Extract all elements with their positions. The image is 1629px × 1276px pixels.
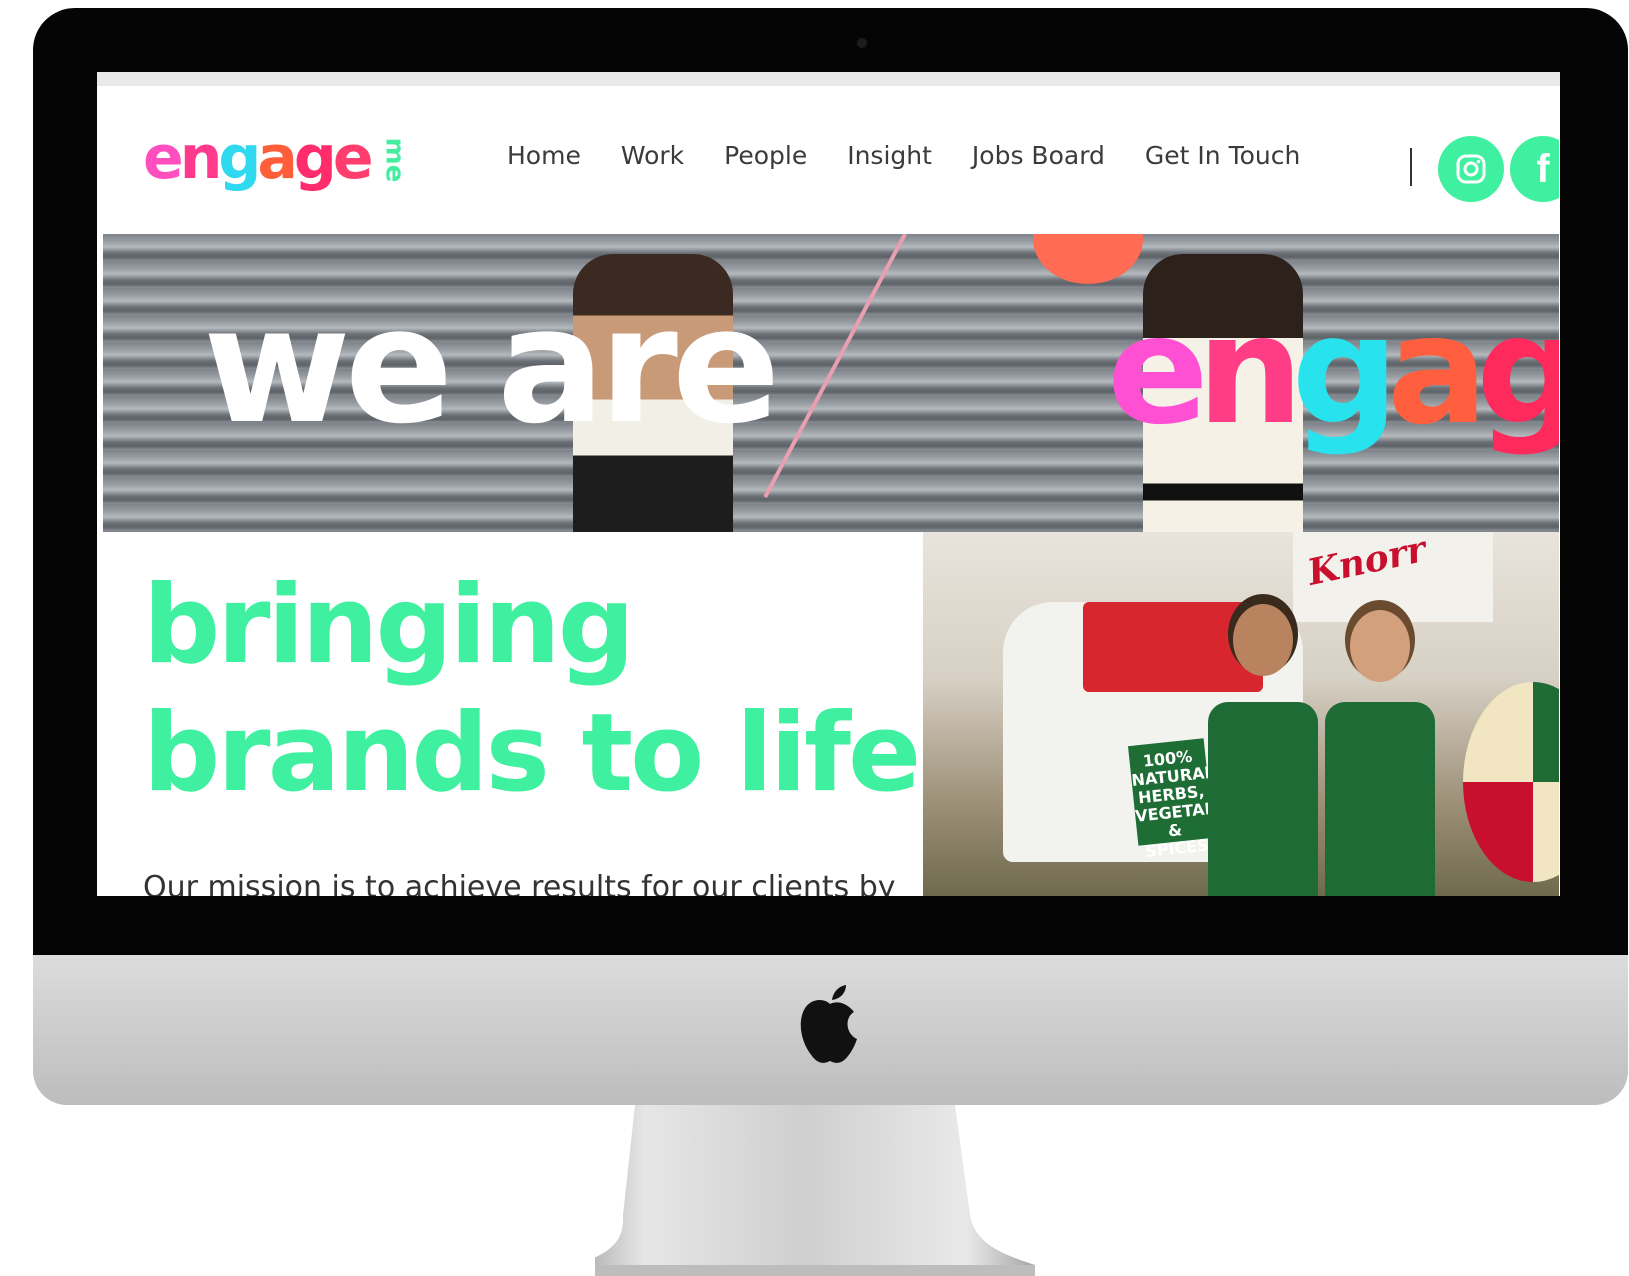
tagline-line-2: brands to life xyxy=(143,691,921,816)
promoter-apron xyxy=(1325,702,1435,896)
hero-engage-text: engage xyxy=(1107,286,1559,456)
hero-letter: e xyxy=(1107,284,1209,458)
facebook-icon: f xyxy=(1536,147,1550,191)
hero-letter: g xyxy=(1291,284,1399,458)
promoter-face xyxy=(1233,604,1293,676)
nav-jobs-board[interactable]: Jobs Board xyxy=(972,138,1105,174)
hero-letter: n xyxy=(1196,284,1304,458)
imac-stand xyxy=(595,1105,1035,1276)
content-section: bringing brands to life Our mission is t… xyxy=(103,532,1559,896)
logo-suffix: me xyxy=(378,137,409,183)
engage-me-logo[interactable]: engage me xyxy=(143,118,416,198)
intro-paragraph: Our mission is to achieve results for ou… xyxy=(143,870,896,896)
nav-people[interactable]: People xyxy=(724,138,807,174)
tagline-line-1: bringing xyxy=(143,563,635,688)
balloon-shape xyxy=(1033,234,1143,284)
hero-letter: g xyxy=(1476,284,1559,458)
promoter-apron xyxy=(1208,702,1318,896)
browser-strip xyxy=(97,72,1560,86)
imac-screen: engage me Home Work People Insight Jobs B… xyxy=(97,72,1560,896)
main-nav: Home Work People Insight Jobs Board Get … xyxy=(507,138,1340,174)
logo-letter: n xyxy=(179,123,223,193)
nav-get-in-touch[interactable]: Get In Touch xyxy=(1145,138,1300,174)
apple-logo-icon xyxy=(800,985,857,1063)
nav-divider xyxy=(1410,148,1412,186)
website: engage me Home Work People Insight Jobs B… xyxy=(103,88,1559,896)
promoter-face xyxy=(1350,610,1410,682)
instagram-icon xyxy=(1456,154,1486,184)
instagram-button[interactable] xyxy=(1438,136,1504,202)
logo-letter: g xyxy=(293,123,337,193)
prize-wheel xyxy=(1463,682,1559,882)
produce-sign: 100% NATURAL HERBS, VEGETABLES & SPICES xyxy=(1127,738,1250,861)
balloon-string xyxy=(763,234,907,499)
logo-letter: a xyxy=(257,123,297,193)
nav-insight[interactable]: Insight xyxy=(847,138,932,174)
hero-we-are-text: we are xyxy=(203,272,780,459)
hero-banner: we are engage xyxy=(103,234,1559,532)
logo-letter: e xyxy=(143,123,184,193)
facebook-button[interactable]: f xyxy=(1510,136,1559,202)
nav-home[interactable]: Home xyxy=(507,138,581,174)
logo-letter: g xyxy=(218,123,261,193)
nav-work[interactable]: Work xyxy=(621,138,684,174)
activation-photo: Knorr 100% NATURAL HERBS, VEGETABLES & S… xyxy=(923,532,1559,896)
tagline-heading: bringing brands to life xyxy=(143,562,923,818)
hero-letter: a xyxy=(1386,284,1488,458)
camera-dot xyxy=(857,38,867,48)
site-header: engage me Home Work People Insight Jobs B… xyxy=(103,88,1559,234)
